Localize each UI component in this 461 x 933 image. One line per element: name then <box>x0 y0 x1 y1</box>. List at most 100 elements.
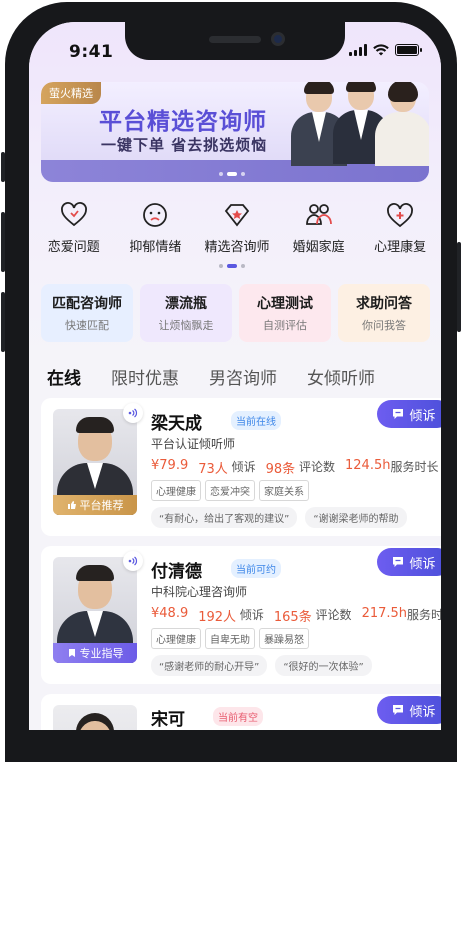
category-nav: 恋爱问题 抑郁情绪 精选咨询师 婚姻家庭 心理康复 <box>29 200 441 255</box>
category-pagination <box>219 264 245 268</box>
banner-tag: 萤火精选 <box>41 82 101 104</box>
review-chip: “感谢老师的耐心开导” <box>151 655 268 676</box>
review-chip: “有耐心，给出了客观的建议” <box>151 507 298 528</box>
page: 9:41 萤火精选 平台精选咨询师 一键下单 省去挑选烦恼 恋爱问题 抑郁情绪 … <box>0 0 461 933</box>
banner-pagination <box>219 172 245 176</box>
counselor-photo <box>53 705 137 730</box>
power-button <box>457 242 461 332</box>
signal-icon <box>349 44 367 56</box>
counselor-title: 平台认证倾听师 <box>151 437 236 451</box>
comment-label: 评论数 <box>298 460 335 474</box>
counselor-reviews: “有耐心，给出了客观的建议” “谢谢梁老师的帮助 <box>151 507 407 528</box>
review-chip: “很好的一次体验” <box>275 655 372 676</box>
filter-tabs: 在线 限时优惠 男咨询师 女倾听师 <box>47 364 375 389</box>
counselor-stats: ¥48.9 192人 倾诉 165条 评论数 217.5h 服务时长 <box>151 606 441 625</box>
professional-badge: 专业指导 <box>53 643 137 663</box>
voice-intro-button[interactable] <box>123 403 143 423</box>
counselor-stats: ¥79.9 73人 倾诉 98条 评论数 124.5h 服务时长 <box>151 458 438 477</box>
heart-icon <box>60 202 87 227</box>
confide-label: 倾诉 <box>409 704 436 720</box>
counselor-card[interactable]: 宋可 当前有空 倾诉 <box>41 694 441 730</box>
sad-face-icon <box>143 203 168 227</box>
screen: 9:41 萤火精选 平台精选咨询师 一键下单 省去挑选烦恼 恋爱问题 抑郁情绪 … <box>29 22 441 730</box>
category-marriage[interactable]: 婚姻家庭 <box>280 200 358 255</box>
confide-button[interactable]: 倾诉 <box>377 400 441 428</box>
feature-drift-bottle[interactable]: 漂流瓶 让烦恼飘走 <box>140 284 232 342</box>
counselor-photo: 专业指导 <box>53 557 137 663</box>
listener-count: 192人 <box>198 610 237 625</box>
banner-dot-active <box>227 172 237 176</box>
voice-intro-button[interactable] <box>123 551 143 571</box>
category-label: 抑郁情绪 <box>129 240 182 255</box>
tag: 心理健康 <box>151 628 201 649</box>
page-dot <box>219 264 223 268</box>
battery-icon <box>395 44 422 56</box>
feature-subtitle: 快速匹配 <box>65 319 109 332</box>
confide-label: 倾诉 <box>409 556 436 572</box>
thumbs-up-icon <box>67 501 76 509</box>
confide-button[interactable]: 倾诉 <box>377 548 441 576</box>
banner-dot <box>241 172 245 176</box>
category-love[interactable]: 恋爱问题 <box>35 200 113 255</box>
confide-label: 倾诉 <box>409 408 436 424</box>
category-depression[interactable]: 抑郁情绪 <box>116 200 194 255</box>
bookmark-icon <box>68 649 75 657</box>
counselor-name: 付清德 <box>151 562 202 582</box>
status-badge: 当前有空 <box>213 707 263 726</box>
review-chip: “谢谢梁老师的帮助 <box>305 507 407 528</box>
feature-cards: 匹配咨询师 快速匹配 漂流瓶 让烦恼飘走 心理测试 自测评估 求助问答 你问我答 <box>41 284 441 342</box>
couple-icon <box>305 204 332 225</box>
chat-icon <box>393 705 404 715</box>
recommend-badge: 平台推荐 <box>53 495 137 515</box>
service-hours-label: 服务时长 <box>407 608 441 622</box>
counselor-photo: 平台推荐 <box>53 409 137 515</box>
counselor-card[interactable]: 平台推荐 梁天成 当前在线 倾诉 平台认证倾听师 ¥79.9 73人 倾诉 98… <box>41 398 441 536</box>
category-featured[interactable]: 精选咨询师 <box>198 200 276 255</box>
banner-title: 平台精选咨询师 <box>99 109 267 135</box>
volume-down-button <box>1 292 5 352</box>
feature-match-counselor[interactable]: 匹配咨询师 快速匹配 <box>41 284 133 342</box>
volume-up-button <box>1 212 5 272</box>
feature-subtitle: 自测评估 <box>263 319 307 332</box>
comment-count: 165条 <box>273 610 312 625</box>
confide-button[interactable]: 倾诉 <box>377 696 441 724</box>
listener-count: 73人 <box>198 462 228 477</box>
category-recovery[interactable]: 心理康复 <box>361 200 439 255</box>
promo-banner[interactable]: 萤火精选 平台精选咨询师 一键下单 省去挑选烦恼 <box>41 82 429 182</box>
tab-male-counselor[interactable]: 男咨询师 <box>209 364 277 389</box>
banner-dot <box>219 172 223 176</box>
price: ¥48.9 <box>151 606 189 621</box>
chat-icon <box>393 557 404 567</box>
badge-label: 专业指导 <box>79 647 124 660</box>
tag: 家庭关系 <box>259 480 309 501</box>
feature-psych-test[interactable]: 心理测试 自测评估 <box>239 284 331 342</box>
feature-help-qa[interactable]: 求助问答 你问我答 <box>338 284 430 342</box>
speaker-grille <box>209 36 261 43</box>
category-label: 恋爱问题 <box>47 240 100 255</box>
listener-label: 倾诉 <box>239 608 264 622</box>
tab-limited-offer[interactable]: 限时优惠 <box>111 364 179 389</box>
listener-label: 倾诉 <box>231 460 256 474</box>
service-hours: 124.5h <box>345 458 391 473</box>
status-icons <box>349 44 422 56</box>
sound-wave-icon <box>128 408 138 418</box>
page-dot <box>241 264 245 268</box>
feature-subtitle: 让烦恼飘走 <box>158 319 214 332</box>
banner-subtitle: 一键下单 省去挑选烦恼 <box>101 136 268 154</box>
sound-wave-icon <box>128 556 138 566</box>
status-badge: 当前可约 <box>231 559 281 578</box>
feature-subtitle: 你问我答 <box>362 319 406 332</box>
wifi-icon <box>373 44 389 56</box>
counselor-name: 梁天成 <box>151 414 202 434</box>
front-camera <box>271 32 285 46</box>
diamond-icon <box>224 204 250 227</box>
counselor-card[interactable]: 专业指导 付清德 当前可约 倾诉 中科院心理咨询师 ¥48.9 192人 倾诉 <box>41 546 441 684</box>
tag: 自卑无助 <box>205 628 255 649</box>
feature-title: 漂流瓶 <box>165 296 207 312</box>
tab-online[interactable]: 在线 <box>47 364 81 389</box>
category-label: 精选咨询师 <box>204 240 270 255</box>
notch <box>125 22 345 60</box>
page-dot-active <box>227 264 237 268</box>
comment-count: 98条 <box>265 462 296 477</box>
tab-female-listener[interactable]: 女倾听师 <box>307 364 375 389</box>
